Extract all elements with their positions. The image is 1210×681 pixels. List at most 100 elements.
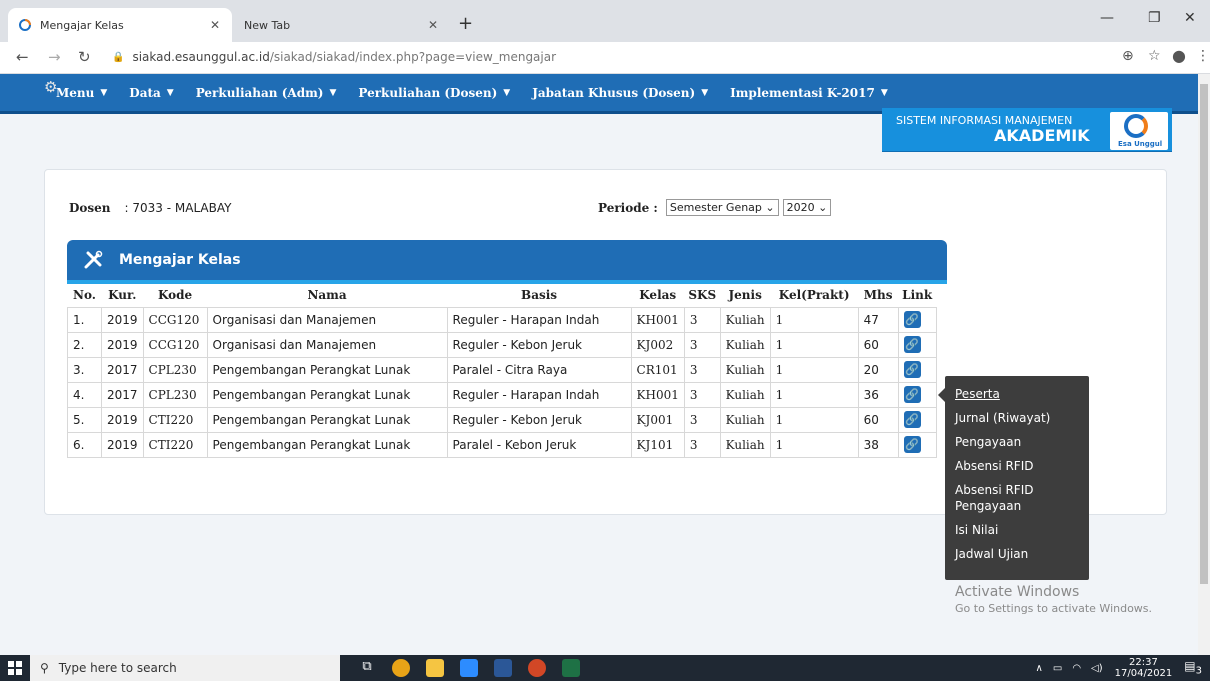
zoom-app-icon[interactable] xyxy=(460,659,478,677)
cell-jenis: Kuliah xyxy=(719,431,771,458)
link-icon[interactable]: 🔗 xyxy=(903,411,921,428)
nav-perkuliahan-adm[interactable]: Perkuliahan (Adm) ▼ xyxy=(196,86,337,100)
powerpoint-icon[interactable] xyxy=(528,659,546,677)
menu-item-peserta[interactable]: Peserta xyxy=(945,386,1089,402)
cell-sks: 3 xyxy=(683,431,721,458)
link-icon[interactable]: 🔗 xyxy=(903,361,921,378)
cell-nama: Pengembangan Perangkat Lunak xyxy=(206,406,448,433)
tab-title: New Tab xyxy=(244,18,291,32)
chevron-down-icon: ▼ xyxy=(701,87,709,98)
menu-item-isi-nilai[interactable]: Isi Nilai xyxy=(945,522,1089,538)
nav-jabatan-khusus[interactable]: Jabatan Khusus (Dosen) ▼ xyxy=(532,86,708,100)
year-select[interactable]: 2020 ⌄ xyxy=(782,199,832,216)
link-icon[interactable]: 🔗 xyxy=(903,436,921,453)
close-tab-icon[interactable]: ✕ xyxy=(426,18,440,32)
notification-icon[interactable]: ▤3 xyxy=(1184,659,1202,676)
taskbar-search-box[interactable]: ⚲ Type here to search xyxy=(30,655,340,681)
cell-nama: Pengembangan Perangkat Lunak xyxy=(206,356,448,383)
cell-jenis: Kuliah xyxy=(719,331,771,358)
wifi-icon[interactable]: ◠ xyxy=(1072,663,1081,674)
cell-kelas: KJ101 xyxy=(630,431,685,458)
windows-taskbar: ⚲ Type here to search ⧉ ∧ ▭ ◠ ◁) 22:37 1… xyxy=(0,655,1210,681)
col-header: Nama xyxy=(207,284,448,308)
col-header: Kode xyxy=(143,284,208,308)
minimize-icon[interactable]: — xyxy=(1100,10,1114,26)
cell-sks: 3 xyxy=(683,356,721,383)
word-icon[interactable] xyxy=(494,659,512,677)
menu-item-jurnal[interactable]: Jurnal (Riwayat) xyxy=(945,410,1089,426)
dosen-label: Dosen xyxy=(69,201,111,215)
tab-mengajar-kelas[interactable]: Mengajar Kelas ✕ xyxy=(8,8,232,42)
task-view-icon[interactable]: ⧉ xyxy=(358,659,376,677)
forward-icon[interactable]: → xyxy=(48,48,61,66)
banner-line2: AKADEMIK xyxy=(994,126,1090,145)
nav-perkuliahan-dosen[interactable]: Perkuliahan (Dosen) ▼ xyxy=(358,86,510,100)
cell-nama: Organisasi dan Manajemen xyxy=(206,306,448,333)
cell-kel-prakt: 1 xyxy=(769,431,859,458)
cell-no: 4. xyxy=(67,381,102,408)
cell-sks: 3 xyxy=(683,406,721,433)
reload-icon[interactable]: ↻ xyxy=(78,48,91,66)
tab-new-tab[interactable]: New Tab ✕ xyxy=(232,8,452,42)
close-window-icon[interactable]: ✕ xyxy=(1184,10,1196,26)
tray-chevron-icon[interactable]: ∧ xyxy=(1036,663,1043,674)
cell-kel-prakt: 1 xyxy=(769,356,859,383)
file-explorer-icon[interactable] xyxy=(426,659,444,677)
esa-unggul-logo: Esa Unggul xyxy=(1110,112,1168,150)
col-header: SKS xyxy=(684,284,721,308)
col-header: Link xyxy=(898,284,937,308)
cell-kel-prakt: 1 xyxy=(769,306,859,333)
menu-item-jadwal-ujian[interactable]: Jadwal Ujian xyxy=(945,546,1089,562)
zoom-icon[interactable]: ⊕ xyxy=(1122,48,1134,64)
cell-kode: CCG120 xyxy=(142,331,208,358)
col-header: Kelas xyxy=(631,284,685,308)
windows-start-icon[interactable] xyxy=(0,655,30,681)
back-icon[interactable]: ← xyxy=(16,48,29,66)
semester-select[interactable]: Semester Genap ⌄ xyxy=(665,199,779,216)
link-icon[interactable]: 🔗 xyxy=(903,311,921,328)
page-scrollbar[interactable] xyxy=(1198,74,1210,655)
chevron-down-icon: ▼ xyxy=(100,87,108,98)
profile-avatar-icon[interactable]: ● xyxy=(1172,46,1186,65)
table-row: 2. 2019 CCG120 Organisasi dan Manajemen Regu… xyxy=(67,331,937,358)
restore-icon[interactable]: ❐ xyxy=(1148,10,1161,26)
gears-icon: ⚙ xyxy=(44,78,58,96)
close-tab-icon[interactable]: ✕ xyxy=(208,18,222,32)
url-field[interactable]: 🔒 siakad.esaunggul.ac.id/siakad/siakad/i… xyxy=(112,50,556,64)
menu-item-absensi-rfid-pengayaan[interactable]: Absensi RFID Pengayaan xyxy=(945,482,1089,514)
new-tab-icon[interactable]: + xyxy=(458,13,473,34)
nav-label: Perkuliahan (Dosen) xyxy=(358,85,498,100)
cell-sks: 3 xyxy=(683,381,721,408)
browser-menu-icon[interactable]: ⋮ xyxy=(1196,48,1210,64)
nav-implementasi[interactable]: Implementasi K-2017 ▼ xyxy=(730,86,888,100)
dosen-info: Dosen: 7033 - MALABAY xyxy=(69,201,231,215)
tools-icon xyxy=(84,250,103,269)
browser-tab-bar: Mengajar Kelas ✕ New Tab ✕ + — ❐ ✕ xyxy=(0,0,1210,42)
site-favicon-icon xyxy=(18,18,32,32)
battery-icon[interactable]: ▭ xyxy=(1053,663,1062,674)
volume-icon[interactable]: ◁) xyxy=(1091,663,1103,674)
bookmark-star-icon[interactable]: ☆ xyxy=(1148,48,1161,64)
cell-kur: 2017 xyxy=(101,356,144,383)
clock[interactable]: 22:37 17/04/2021 xyxy=(1115,657,1173,679)
table-header-row: No. Kur. Kode Nama Basis Kelas SKS Jenis… xyxy=(67,284,937,308)
cell-link: 🔗 xyxy=(897,431,937,458)
chrome-icon[interactable] xyxy=(392,659,410,677)
scrollbar-thumb[interactable] xyxy=(1200,84,1208,584)
menu-item-pengayaan[interactable]: Pengayaan xyxy=(945,434,1089,450)
cell-kode: CCG120 xyxy=(142,306,208,333)
nav-data[interactable]: Data ▼ xyxy=(129,86,173,100)
menu-item-absensi-rfid[interactable]: Absensi RFID xyxy=(945,458,1089,474)
cell-nama: Pengembangan Perangkat Lunak xyxy=(206,431,448,458)
cell-no: 6. xyxy=(67,431,102,458)
nav-menu[interactable]: Menu ▼ xyxy=(56,86,107,100)
cell-kur: 2019 xyxy=(101,306,144,333)
year-value: 2020 xyxy=(786,201,815,214)
link-icon[interactable]: 🔗 xyxy=(903,386,921,403)
notification-count: 3 xyxy=(1195,665,1202,677)
cell-basis: Paralel - Kebon Jeruk xyxy=(446,431,632,458)
nav-label: Menu xyxy=(56,85,95,100)
tab-title: Mengajar Kelas xyxy=(40,18,124,32)
link-icon[interactable]: 🔗 xyxy=(903,336,921,353)
excel-icon[interactable] xyxy=(562,659,580,677)
